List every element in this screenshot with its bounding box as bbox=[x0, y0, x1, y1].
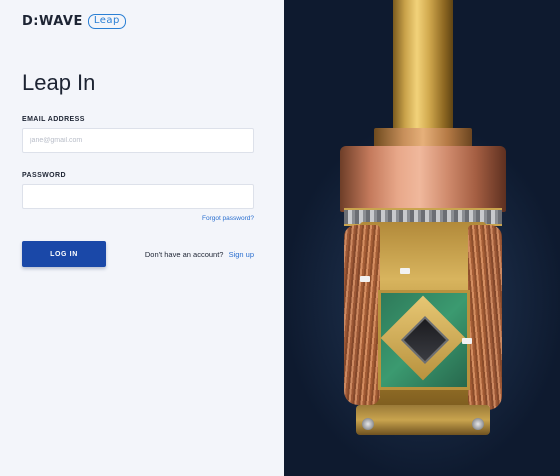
password-field[interactable] bbox=[22, 184, 254, 209]
email-label: EMAIL ADDRESS bbox=[22, 116, 85, 123]
cable-tag bbox=[360, 276, 370, 282]
copper-cap bbox=[340, 146, 506, 212]
email-field[interactable] bbox=[22, 128, 254, 153]
signup-row: Don't have an account? Sign up bbox=[145, 250, 254, 259]
gold-rod bbox=[393, 0, 453, 132]
screw-icon bbox=[362, 418, 374, 430]
login-panel: D:WAVE Leap Leap In EMAIL ADDRESS PASSWO… bbox=[0, 0, 284, 476]
login-button[interactable]: LOG IN bbox=[22, 241, 106, 267]
cable-bundle-right bbox=[468, 225, 502, 410]
forgot-password-link[interactable]: Forgot password? bbox=[202, 215, 254, 222]
password-label: PASSWORD bbox=[22, 172, 66, 179]
hero-image bbox=[284, 0, 560, 476]
cable-tag bbox=[462, 338, 472, 344]
bottom-plate bbox=[356, 405, 490, 435]
brass-collar bbox=[374, 128, 472, 148]
signup-link[interactable]: Sign up bbox=[229, 250, 254, 259]
login-page: D:WAVE Leap Leap In EMAIL ADDRESS PASSWO… bbox=[0, 0, 560, 476]
cable-tag bbox=[400, 268, 410, 274]
screw-icon bbox=[472, 418, 484, 430]
signup-prompt: Don't have an account? bbox=[144, 250, 224, 259]
logo-product-badge: Leap bbox=[87, 14, 126, 29]
logo-wordmark: D:WAVE bbox=[22, 14, 83, 29]
page-title: Leap In bbox=[22, 70, 96, 95]
dwave-leap-logo: D:WAVE Leap bbox=[22, 14, 126, 29]
cable-bundle-left bbox=[344, 225, 380, 405]
